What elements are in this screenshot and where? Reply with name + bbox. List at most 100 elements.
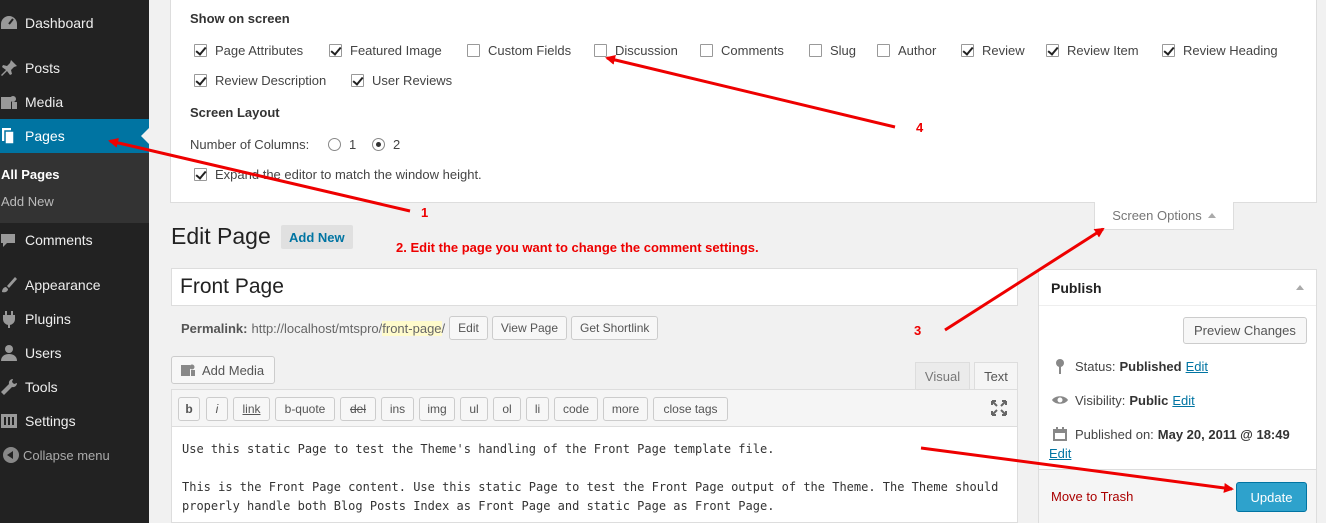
- menu-item-comments[interactable]: Comments: [0, 223, 149, 257]
- qt-bquote-button[interactable]: b-quote: [275, 397, 335, 421]
- pages-submenu: All Pages Add New: [0, 153, 149, 223]
- checkbox-box[interactable]: [961, 44, 974, 57]
- screen-options-toggle[interactable]: Screen Options: [1094, 202, 1234, 230]
- menu-item-media[interactable]: Media: [0, 85, 149, 119]
- tab-visual[interactable]: Visual: [915, 362, 970, 390]
- checkbox-box[interactable]: [594, 44, 607, 57]
- published-label: Published on:: [1075, 426, 1154, 442]
- published-on-row: Published on: May 20, 2011 @ 18:49: [1051, 425, 1290, 443]
- qt-del-button[interactable]: del: [340, 397, 376, 421]
- view-page-button[interactable]: View Page: [491, 316, 567, 340]
- checkbox-box[interactable]: [329, 44, 342, 57]
- edit-status-link[interactable]: Edit: [1186, 359, 1208, 374]
- show-on-screen-title: Show on screen: [190, 11, 290, 26]
- qt-img-button[interactable]: img: [419, 397, 455, 421]
- annotation-2: 2. Edit the page you want to change the …: [396, 240, 759, 255]
- checkbox-label: Review Description: [215, 73, 327, 88]
- menu-item-appearance[interactable]: Appearance: [0, 268, 149, 302]
- collapse-menu-button[interactable]: Collapse menu: [0, 444, 110, 466]
- media-icon: [0, 92, 22, 112]
- menu-item-plugins[interactable]: Plugins: [0, 302, 149, 336]
- permalink-row: Permalink: http://localhost/mtspro/front…: [181, 316, 659, 340]
- checkbox-featured-image[interactable]: Featured Image: [329, 43, 442, 58]
- permalink-base: http://localhost/mtspro/: [251, 320, 383, 336]
- edit-permalink-button[interactable]: Edit: [449, 316, 488, 340]
- checkbox-review-description[interactable]: Review Description: [194, 73, 326, 88]
- preview-changes-button[interactable]: Preview Changes: [1183, 317, 1307, 344]
- menu-item-settings[interactable]: Settings: [0, 404, 149, 438]
- radio-button[interactable]: [372, 138, 385, 151]
- annotation-1: 1: [421, 205, 429, 220]
- radio-columns-1[interactable]: 1: [328, 137, 356, 152]
- post-title-input[interactable]: Front Page: [171, 268, 1018, 306]
- fullscreen-icon[interactable]: [990, 399, 1008, 417]
- checkbox-expand-editor[interactable]: Expand the editor to match the window he…: [194, 167, 482, 182]
- permalink-label: Permalink:: [181, 320, 248, 336]
- checkbox-review[interactable]: Review: [961, 43, 1025, 58]
- edit-date-link[interactable]: Edit: [1049, 446, 1071, 461]
- checkbox-label: Review Item: [1067, 43, 1139, 58]
- pin-icon: [0, 58, 22, 78]
- checkbox-box[interactable]: [194, 168, 207, 181]
- submenu-all-pages[interactable]: All Pages: [1, 167, 60, 182]
- checkbox-box[interactable]: [809, 44, 822, 57]
- checkbox-author[interactable]: Author: [877, 43, 936, 58]
- checkbox-box[interactable]: [1046, 44, 1059, 57]
- checkbox-user-reviews[interactable]: User Reviews: [351, 73, 452, 88]
- checkbox-review-item[interactable]: Review Item: [1046, 43, 1139, 58]
- checkbox-box[interactable]: [1162, 44, 1175, 57]
- qt-bold-button[interactable]: b: [178, 397, 200, 421]
- radio-label: 2: [393, 137, 401, 152]
- qt-italic-button[interactable]: i: [206, 397, 228, 421]
- checkbox-box[interactable]: [194, 44, 207, 57]
- add-media-label: Add Media: [202, 362, 265, 378]
- page-title: Edit Page: [171, 223, 271, 249]
- checkbox-slug[interactable]: Slug: [809, 43, 856, 58]
- menu-item-dashboard[interactable]: Dashboard: [0, 6, 149, 40]
- status-label: Status:: [1075, 358, 1116, 374]
- checkbox-box[interactable]: [877, 44, 890, 57]
- update-button[interactable]: Update: [1236, 482, 1307, 512]
- menu-item-tools[interactable]: Tools: [0, 370, 149, 404]
- qt-ins-button[interactable]: ins: [381, 397, 414, 421]
- permalink-end: /: [441, 320, 446, 336]
- qt-ol-button[interactable]: ol: [493, 397, 521, 421]
- screen-options-panel: Show on screen Page Attributes Featured …: [170, 0, 1317, 203]
- edit-visibility-link[interactable]: Edit: [1172, 393, 1194, 408]
- add-new-button[interactable]: Add New: [281, 225, 353, 249]
- qt-li-button[interactable]: li: [526, 397, 549, 421]
- move-to-trash-link[interactable]: Move to Trash: [1051, 489, 1133, 504]
- content-textarea[interactable]: Use this static Page to test the Theme's…: [171, 427, 1018, 523]
- checkbox-box[interactable]: [351, 74, 364, 87]
- menu-item-users[interactable]: Users: [0, 336, 149, 370]
- submenu-add-new[interactable]: Add New: [1, 194, 54, 209]
- checkbox-review-heading[interactable]: Review Heading: [1162, 43, 1278, 58]
- checkbox-label: Page Attributes: [215, 43, 304, 58]
- get-shortlink-button[interactable]: Get Shortlink: [571, 316, 659, 340]
- checkbox-label: Slug: [830, 43, 857, 58]
- checkbox-comments[interactable]: Comments: [700, 43, 784, 58]
- checkbox-box[interactable]: [467, 44, 480, 57]
- permalink-slug[interactable]: front-page: [382, 320, 442, 336]
- publish-header[interactable]: Publish: [1039, 270, 1316, 306]
- checkbox-label: Discussion: [615, 43, 678, 58]
- checkbox-page-attributes[interactable]: Page Attributes: [194, 43, 303, 58]
- menu-item-pages[interactable]: Pages: [0, 119, 149, 153]
- checkbox-box[interactable]: [700, 44, 713, 57]
- qt-link-button[interactable]: link: [233, 397, 270, 421]
- checkbox-discussion[interactable]: Discussion: [594, 43, 678, 58]
- qt-ul-button[interactable]: ul: [460, 397, 488, 421]
- radio-button[interactable]: [328, 138, 341, 151]
- qt-close-tags-button[interactable]: close tags: [653, 397, 728, 421]
- menu-item-posts[interactable]: Posts: [0, 51, 149, 85]
- tab-text[interactable]: Text: [974, 362, 1018, 390]
- add-media-button[interactable]: Add Media: [171, 356, 276, 384]
- checkbox-custom-fields[interactable]: Custom Fields: [467, 43, 571, 58]
- checkbox-label: Review: [982, 43, 1025, 58]
- media-icon: [180, 362, 196, 378]
- caret-up-icon: [1296, 285, 1304, 290]
- qt-code-button[interactable]: code: [554, 397, 598, 421]
- radio-columns-2[interactable]: 2: [372, 137, 400, 152]
- qt-more-button[interactable]: more: [603, 397, 648, 421]
- checkbox-box[interactable]: [194, 74, 207, 87]
